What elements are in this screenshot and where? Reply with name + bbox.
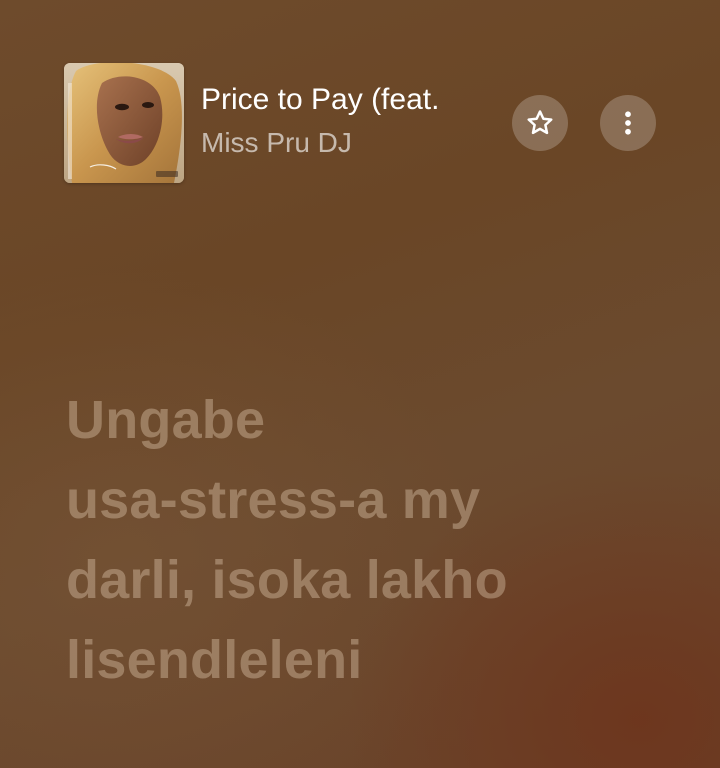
album-artwork[interactable] bbox=[64, 63, 184, 183]
song-title[interactable]: Price to Pay (feat. bbox=[201, 83, 501, 117]
now-playing-header: Price to Pay (feat. Miss Pru DJ bbox=[64, 63, 664, 183]
star-icon bbox=[527, 110, 553, 135]
album-artwork-image bbox=[64, 63, 184, 183]
artist-name[interactable]: Miss Pru DJ bbox=[201, 127, 352, 159]
lyric-line[interactable]: lisendleleni bbox=[66, 620, 666, 700]
lyric-line[interactable]: Ungabe bbox=[66, 380, 666, 460]
lyric-line[interactable]: usa-stress-a my bbox=[66, 460, 666, 540]
favorite-button[interactable] bbox=[512, 95, 568, 151]
lyric-line[interactable]: darli, isoka lakho bbox=[66, 540, 666, 620]
lyrics-panel[interactable]: Ungabe usa-stress-a my darli, isoka lakh… bbox=[66, 380, 666, 700]
more-vertical-icon bbox=[625, 111, 631, 135]
more-options-button[interactable] bbox=[600, 95, 656, 151]
